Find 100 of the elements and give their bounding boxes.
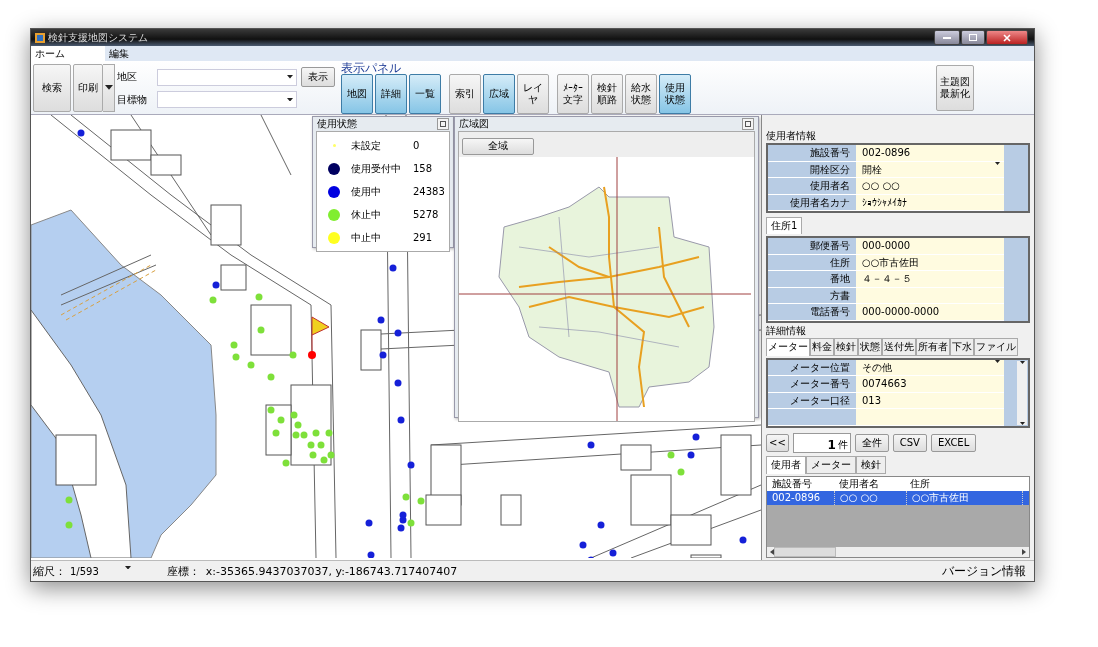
scrollbar[interactable] <box>767 547 1029 557</box>
menu-tab[interactable]: ホーム <box>31 46 105 61</box>
count-unit: 件 <box>837 437 848 452</box>
scrollbar[interactable] <box>1017 360 1027 425</box>
legend-count: 0 <box>413 140 420 151</box>
caret-icon <box>287 75 293 79</box>
legend-label: 未設定 <box>351 138 382 153</box>
toggle-button[interactable]: 広域 <box>483 73 515 114</box>
column-header: 施設番号 <box>771 476 813 491</box>
toggle-button[interactable]: レイヤ <box>517 73 549 114</box>
panel-title: 使用状態 <box>317 117 357 131</box>
toggle-button[interactable]: 地図 <box>341 73 373 114</box>
close-icon <box>745 121 751 127</box>
caret-icon <box>104 85 113 90</box>
field-label: 施設番号 <box>809 146 851 160</box>
full-extent-button[interactable]: 全域 <box>462 137 534 155</box>
input-field[interactable]: 000-0000 <box>856 238 1004 254</box>
tab[interactable]: 下水 <box>950 337 974 356</box>
legend-count: 158 <box>413 163 433 174</box>
toggle-button[interactable]: 使用状態 <box>659 73 691 114</box>
count-field[interactable]: 1 件 <box>792 432 851 453</box>
input-field[interactable]: ○○ ○○ <box>856 178 1004 194</box>
maximize-icon <box>969 34 977 41</box>
legend-label: 使用中 <box>351 184 382 199</box>
toggle-button[interactable]: 給水状態 <box>625 73 657 114</box>
input-field[interactable] <box>856 409 1004 425</box>
input-field[interactable]: ４－４－５ <box>856 271 1004 287</box>
caret-icon <box>287 97 293 102</box>
tab[interactable]: メーター <box>766 337 810 356</box>
field-label: メーター番号 <box>789 377 851 391</box>
count-value: 1 <box>827 437 836 452</box>
field-label: 電話番号 <box>809 305 851 319</box>
tab[interactable]: メーター <box>806 455 856 474</box>
field-label: 郵便番号 <box>809 239 851 253</box>
window-title: 検針支援地図システム <box>48 30 148 45</box>
section-title: 詳細情報 <box>766 324 807 336</box>
scale-label: 縮尺： <box>33 563 66 579</box>
scale-dropdown[interactable]: 1/593 <box>70 565 131 577</box>
column-header: 住所 <box>909 476 931 491</box>
group-label: 表示パネル <box>341 61 402 74</box>
toggle-button[interactable]: 索引 <box>449 73 481 114</box>
close-button[interactable] <box>742 118 754 130</box>
combo-field[interactable] <box>157 68 297 86</box>
input-field[interactable]: 002-0896 <box>856 145 1004 161</box>
close-icon <box>1003 33 1011 42</box>
legend-count: 5278 <box>413 209 439 220</box>
print-dropdown-button[interactable] <box>103 63 115 112</box>
legend-label: 使用受付中 <box>351 161 402 176</box>
coordinates-text: x:-35365.9437037037, y:-186743.717407407 <box>205 564 458 578</box>
field-label: 住所 <box>829 255 851 270</box>
action-button[interactable]: 全件 <box>854 433 889 452</box>
tab[interactable]: 送付先 <box>882 337 916 356</box>
legend-count: 24383 <box>413 186 445 197</box>
minimize-button[interactable] <box>934 30 960 45</box>
toggle-button[interactable]: ﾒｰﾀｰ文字 <box>557 73 589 114</box>
toggle-button[interactable]: 検針順路 <box>591 73 623 114</box>
select-field[interactable]: その他 <box>856 359 1004 375</box>
tab[interactable]: 状態 <box>858 337 882 356</box>
tab[interactable]: 使用者 <box>766 455 806 474</box>
search-button[interactable]: 検索 <box>33 63 71 112</box>
maximize-button[interactable] <box>961 30 985 45</box>
section-title: 使用者情報 <box>766 130 817 141</box>
close-button[interactable] <box>986 30 1028 45</box>
toggle-button[interactable]: 詳細 <box>375 73 407 114</box>
caret-icon <box>995 359 1000 363</box>
tab[interactable]: ファイル <box>974 337 1018 356</box>
field-label: 開栓区分 <box>809 162 851 177</box>
coord-label: 座標： <box>166 563 200 579</box>
tab[interactable]: 検針 <box>834 337 858 356</box>
field-label: メーター位置 <box>789 360 851 375</box>
minimize-icon <box>943 36 951 39</box>
combo-field[interactable] <box>157 91 297 108</box>
version-link[interactable]: バージョン情報 <box>942 562 1026 580</box>
back-button[interactable]: << <box>766 433 789 452</box>
app-icon <box>35 32 45 43</box>
arrow-right-icon <box>1022 549 1026 555</box>
input-field[interactable]: 0074663 <box>856 376 1004 392</box>
panel-title: 広域図 <box>459 117 489 131</box>
refresh-button[interactable]: 主題図最新化 <box>936 64 974 111</box>
tab[interactable]: 住所1 <box>766 217 803 234</box>
toggle-button[interactable]: 一覧 <box>409 73 441 114</box>
tab[interactable]: 料金 <box>810 337 834 356</box>
legend-count: 291 <box>413 232 433 243</box>
caret-icon <box>124 565 131 570</box>
field-label: 使用者名 <box>809 179 851 193</box>
action-button[interactable]: EXCEL <box>930 433 977 452</box>
action-button[interactable]: CSV <box>892 433 927 452</box>
menu-tab[interactable]: 編集 <box>105 46 159 61</box>
close-button[interactable] <box>437 118 449 130</box>
arrow-left-icon <box>770 549 774 555</box>
legend-label: 中止中 <box>351 230 382 245</box>
tab[interactable]: 所有者 <box>916 337 950 356</box>
field-label: 目標物 <box>117 92 148 107</box>
print-button[interactable]: 印刷 <box>73 63 103 112</box>
input-field[interactable]: 000-0000-0000 <box>856 304 1004 320</box>
show-button[interactable]: 表示 <box>301 67 335 87</box>
arrow-down-icon <box>1019 421 1025 425</box>
close-icon <box>440 121 446 127</box>
legend-label: 休止中 <box>351 207 382 222</box>
tab[interactable]: 検針 <box>856 455 886 474</box>
